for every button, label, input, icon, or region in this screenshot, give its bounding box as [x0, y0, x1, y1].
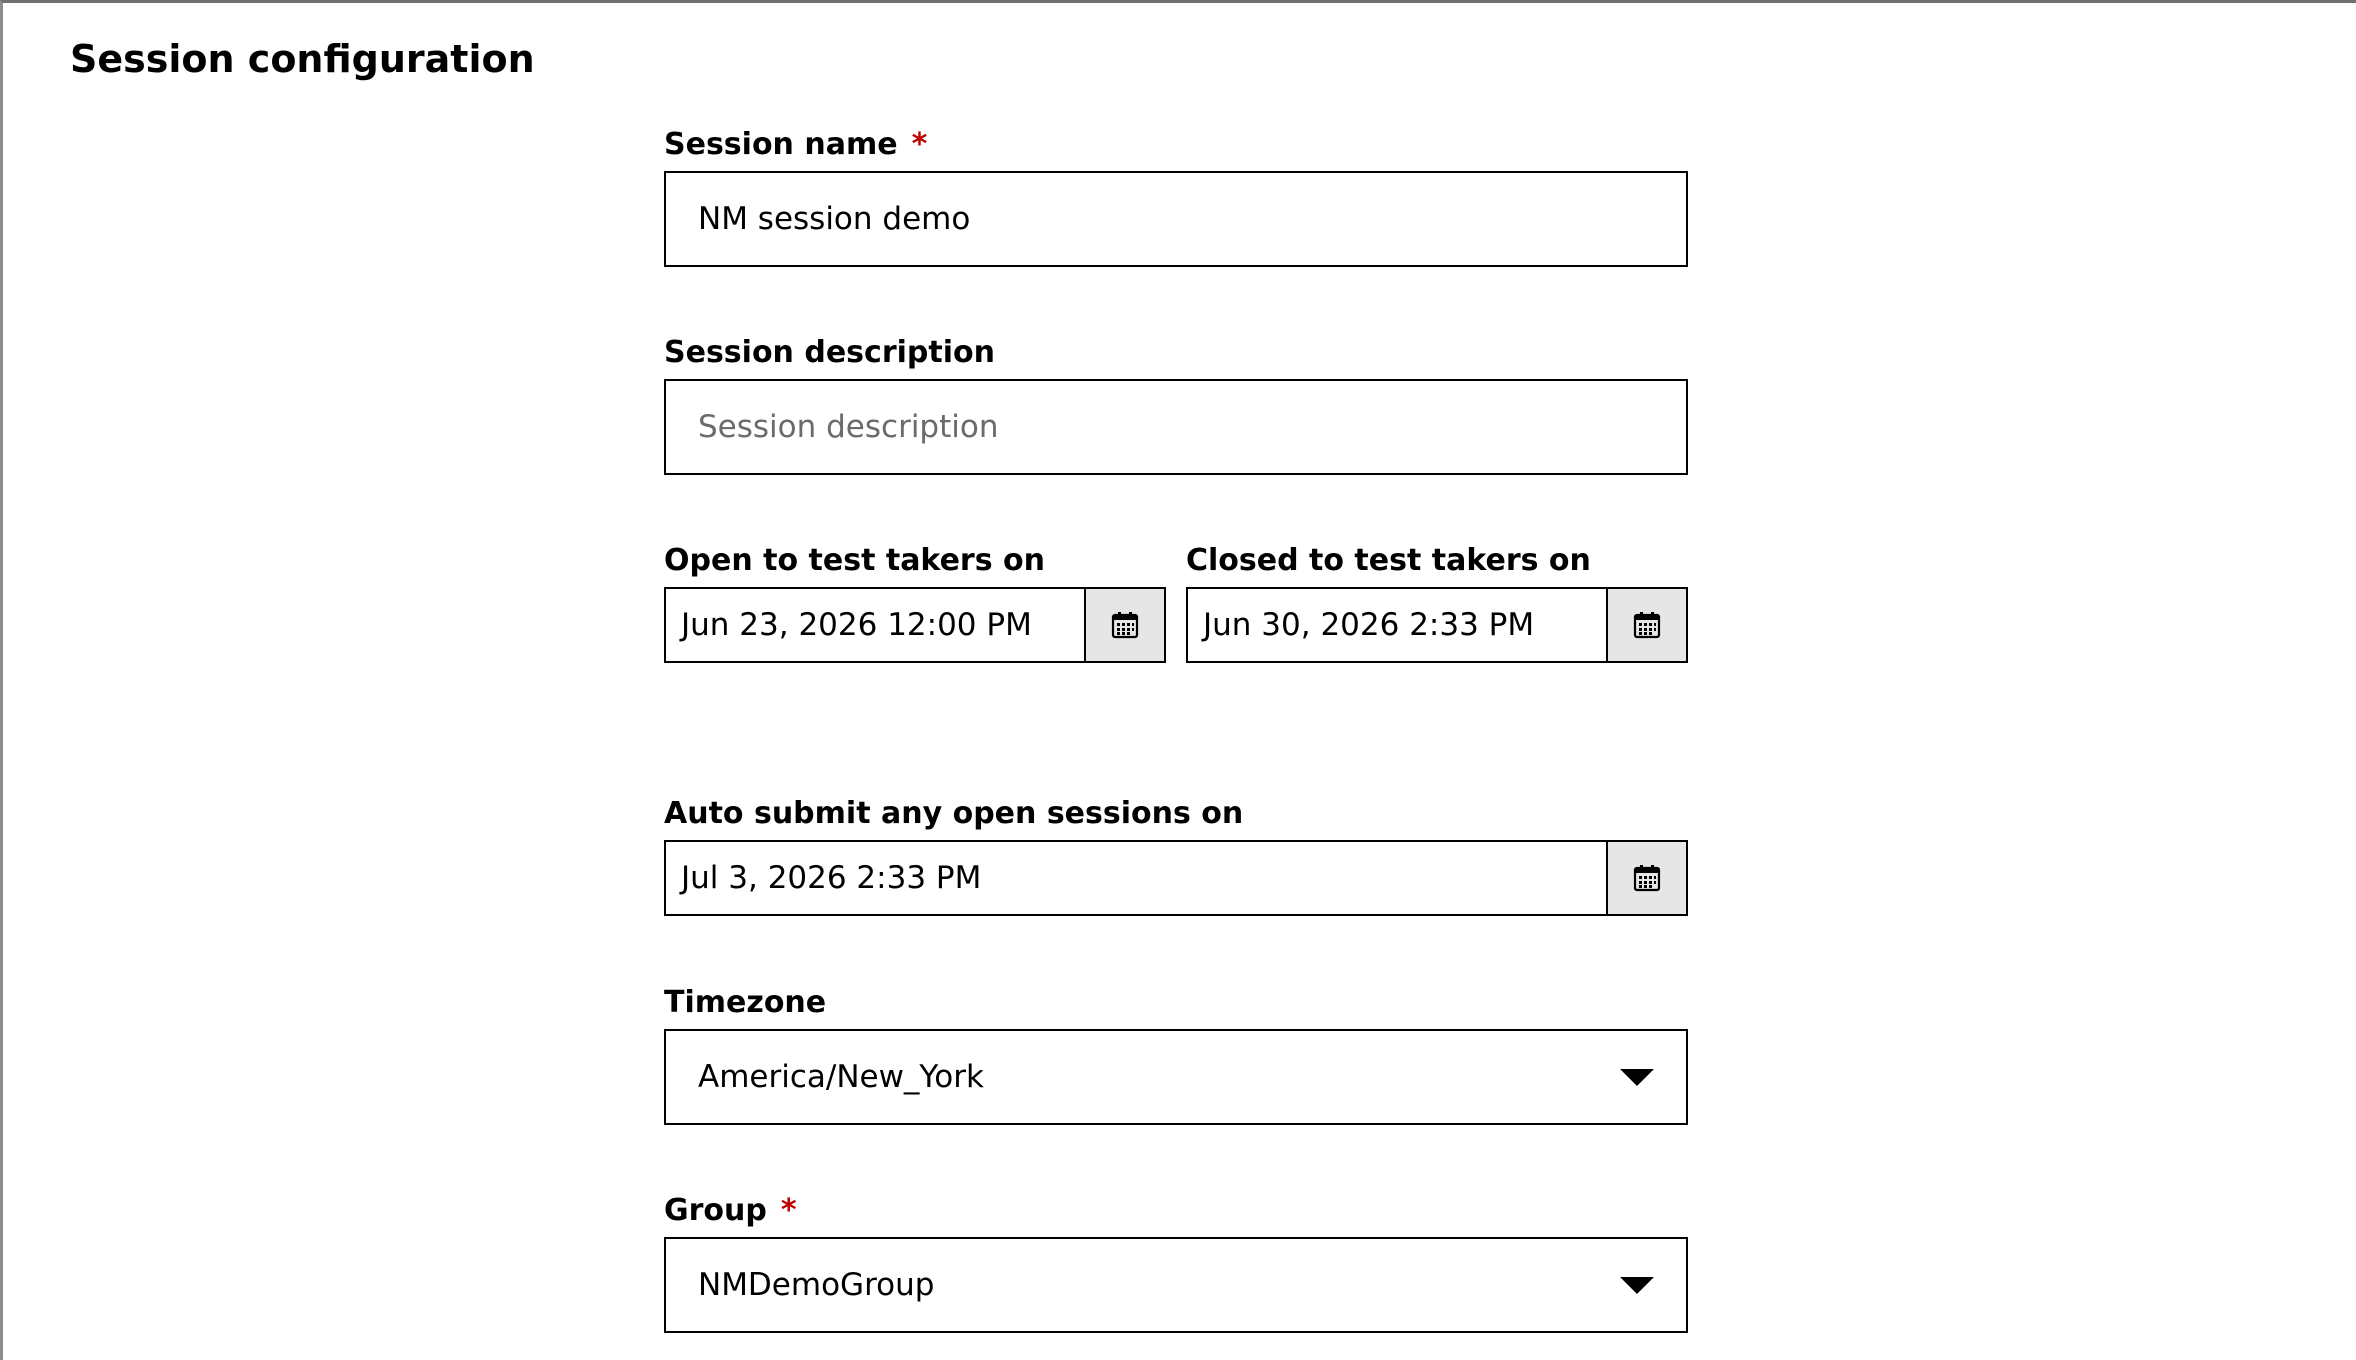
section-title: Session configuration [70, 37, 535, 81]
auto-submit-date-picker[interactable]: Jul 3, 2026 2:33 PM [664, 840, 1688, 916]
timezone-label: Timezone [664, 985, 827, 1020]
session-name-label-text: Session name [664, 127, 898, 162]
close-date-label: Closed to test takers on [1186, 543, 1591, 578]
auto-submit-date-label: Auto submit any open sessions on [664, 796, 1244, 831]
group-select[interactable]: NMDemoGroup [664, 1237, 1688, 1333]
session-description-input[interactable] [664, 379, 1688, 475]
chevron-down-icon[interactable] [1620, 1276, 1654, 1294]
close-date-value[interactable]: Jun 30, 2026 2:33 PM [1188, 589, 1606, 661]
timezone-value: America/New_York [698, 1059, 984, 1095]
open-date-value[interactable]: Jun 23, 2026 12:00 PM [666, 589, 1084, 661]
close-date-calendar-button[interactable] [1606, 589, 1686, 661]
required-asterisk: * [780, 1193, 797, 1228]
session-name-input[interactable] [664, 171, 1688, 267]
group-value: NMDemoGroup [698, 1267, 935, 1303]
auto-submit-date-value[interactable]: Jul 3, 2026 2:33 PM [666, 842, 1606, 914]
calendar-icon [1633, 612, 1661, 639]
timezone-select[interactable]: America/New_York [664, 1029, 1688, 1125]
session-name-label: Session name * [664, 127, 927, 162]
calendar-icon [1111, 612, 1139, 639]
group-label-text: Group [664, 1193, 767, 1228]
close-date-picker[interactable]: Jun 30, 2026 2:33 PM [1186, 587, 1688, 663]
open-date-calendar-button[interactable] [1084, 589, 1164, 661]
chevron-down-icon[interactable] [1620, 1068, 1654, 1086]
auto-submit-date-calendar-button[interactable] [1606, 842, 1686, 914]
open-date-label: Open to test takers on [664, 543, 1045, 578]
session-description-label: Session description [664, 335, 995, 370]
group-label: Group * [664, 1193, 797, 1228]
session-configuration-panel: Session configuration Session name * Sess… [0, 0, 2356, 1360]
open-date-picker[interactable]: Jun 23, 2026 12:00 PM [664, 587, 1166, 663]
calendar-icon [1633, 865, 1661, 892]
required-asterisk: * [911, 127, 928, 162]
